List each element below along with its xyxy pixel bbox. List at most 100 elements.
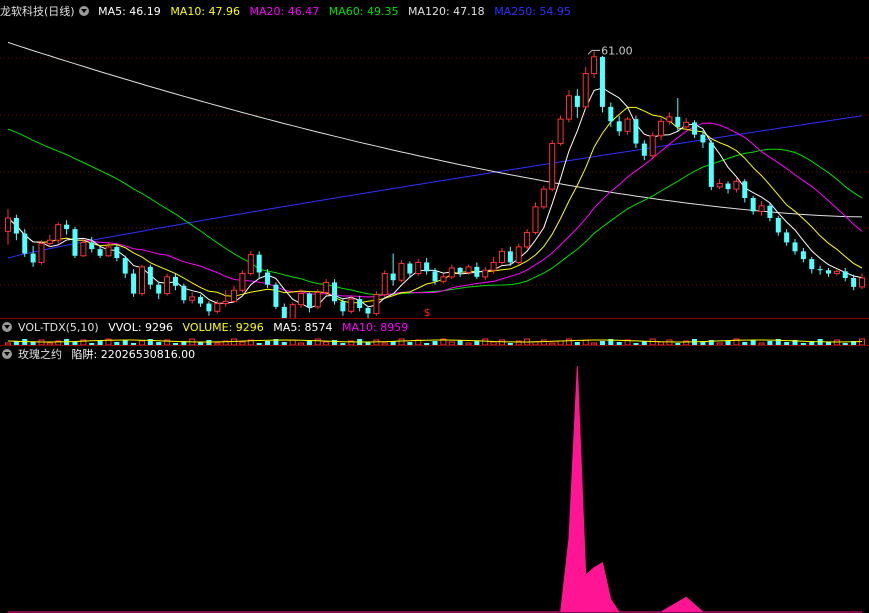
candle[interactable] (114, 244, 120, 262)
price-chart[interactable]: 61.0038.01榜$ (0, 0, 869, 318)
candle[interactable] (809, 256, 815, 274)
candle[interactable] (265, 269, 271, 288)
candle[interactable] (281, 303, 287, 318)
candle[interactable] (381, 270, 388, 297)
candle[interactable] (357, 295, 363, 312)
candle[interactable] (30, 245, 36, 267)
candle[interactable] (206, 301, 212, 316)
candle[interactable] (624, 116, 631, 135)
candle[interactable] (482, 266, 489, 281)
candle-body (289, 304, 296, 318)
candle[interactable] (524, 229, 531, 250)
signal-marker[interactable]: $ (424, 306, 431, 318)
candle[interactable] (599, 55, 605, 113)
candle[interactable] (549, 140, 556, 192)
candle-body (809, 259, 815, 270)
volume-title[interactable]: VOL-TDX(5,10) (18, 321, 99, 334)
indicator-area (8, 365, 862, 613)
candle[interactable] (164, 273, 171, 296)
indicator-chart[interactable] (0, 346, 869, 613)
candle[interactable] (89, 236, 95, 253)
candle[interactable] (742, 179, 748, 203)
candle[interactable] (708, 140, 714, 191)
candle[interactable] (775, 215, 781, 236)
candle[interactable] (332, 279, 338, 305)
candle[interactable] (156, 281, 162, 300)
volume-chart[interactable] (0, 337, 869, 345)
candle[interactable] (833, 269, 840, 276)
candle[interactable] (247, 251, 254, 276)
candle[interactable] (373, 291, 380, 316)
candle[interactable] (131, 269, 137, 297)
candle[interactable] (767, 203, 773, 222)
candle[interactable] (222, 290, 229, 307)
candle[interactable] (825, 268, 832, 277)
candle[interactable] (122, 255, 128, 278)
candle[interactable] (4, 209, 12, 245)
candle[interactable] (540, 185, 547, 210)
candle[interactable] (733, 178, 740, 193)
candle[interactable] (415, 259, 422, 276)
candle[interactable] (314, 289, 321, 310)
candle[interactable] (750, 195, 756, 215)
candle[interactable] (633, 115, 639, 148)
candle[interactable] (716, 179, 723, 190)
candle[interactable] (649, 132, 656, 160)
candle[interactable] (725, 181, 731, 194)
candle[interactable] (608, 102, 614, 127)
candle[interactable] (256, 251, 262, 280)
candle[interactable] (306, 292, 312, 313)
candle[interactable] (683, 118, 690, 131)
candle[interactable] (557, 115, 564, 146)
candle[interactable] (457, 266, 463, 277)
candle[interactable] (172, 273, 178, 291)
candle[interactable] (658, 118, 665, 141)
candle[interactable] (440, 273, 447, 284)
candle[interactable] (72, 226, 78, 258)
candle[interactable] (273, 282, 279, 310)
candle[interactable] (842, 268, 848, 282)
candle[interactable] (138, 264, 145, 296)
candle[interactable] (616, 115, 622, 136)
candle[interactable] (448, 264, 455, 280)
chevron-down-icon[interactable] (2, 322, 12, 332)
candle[interactable] (515, 243, 522, 265)
candle-body (22, 233, 28, 254)
candle[interactable] (858, 273, 866, 290)
candle[interactable] (498, 248, 505, 265)
candle[interactable] (97, 246, 103, 258)
candle[interactable] (792, 239, 798, 255)
candle[interactable] (800, 248, 806, 263)
candle[interactable] (574, 89, 580, 118)
candle[interactable] (424, 258, 430, 275)
candle[interactable] (189, 292, 196, 304)
candle[interactable] (38, 240, 45, 265)
candle[interactable] (582, 66, 589, 110)
candle[interactable] (784, 229, 790, 246)
candle[interactable] (198, 294, 204, 307)
candle-body (515, 246, 522, 263)
candle-body (97, 249, 103, 256)
candle[interactable] (390, 253, 396, 286)
candle[interactable] (474, 262, 480, 280)
candle[interactable] (398, 260, 405, 283)
candle[interactable] (758, 201, 765, 216)
candle[interactable] (239, 270, 246, 293)
candle[interactable] (13, 214, 19, 241)
candle-body (314, 291, 321, 308)
candle[interactable] (692, 120, 698, 138)
candle[interactable] (55, 222, 62, 244)
candle[interactable] (817, 265, 823, 275)
candle[interactable] (289, 302, 296, 318)
candle[interactable] (64, 220, 70, 235)
candle[interactable] (231, 285, 238, 303)
candle[interactable] (532, 202, 539, 235)
candle[interactable] (46, 234, 53, 247)
candle[interactable] (365, 305, 371, 318)
candle[interactable] (641, 140, 647, 161)
candle[interactable] (565, 90, 572, 123)
candle[interactable] (851, 274, 857, 291)
candle-body (373, 294, 380, 315)
candle[interactable] (181, 283, 187, 304)
candle[interactable] (591, 51, 598, 78)
